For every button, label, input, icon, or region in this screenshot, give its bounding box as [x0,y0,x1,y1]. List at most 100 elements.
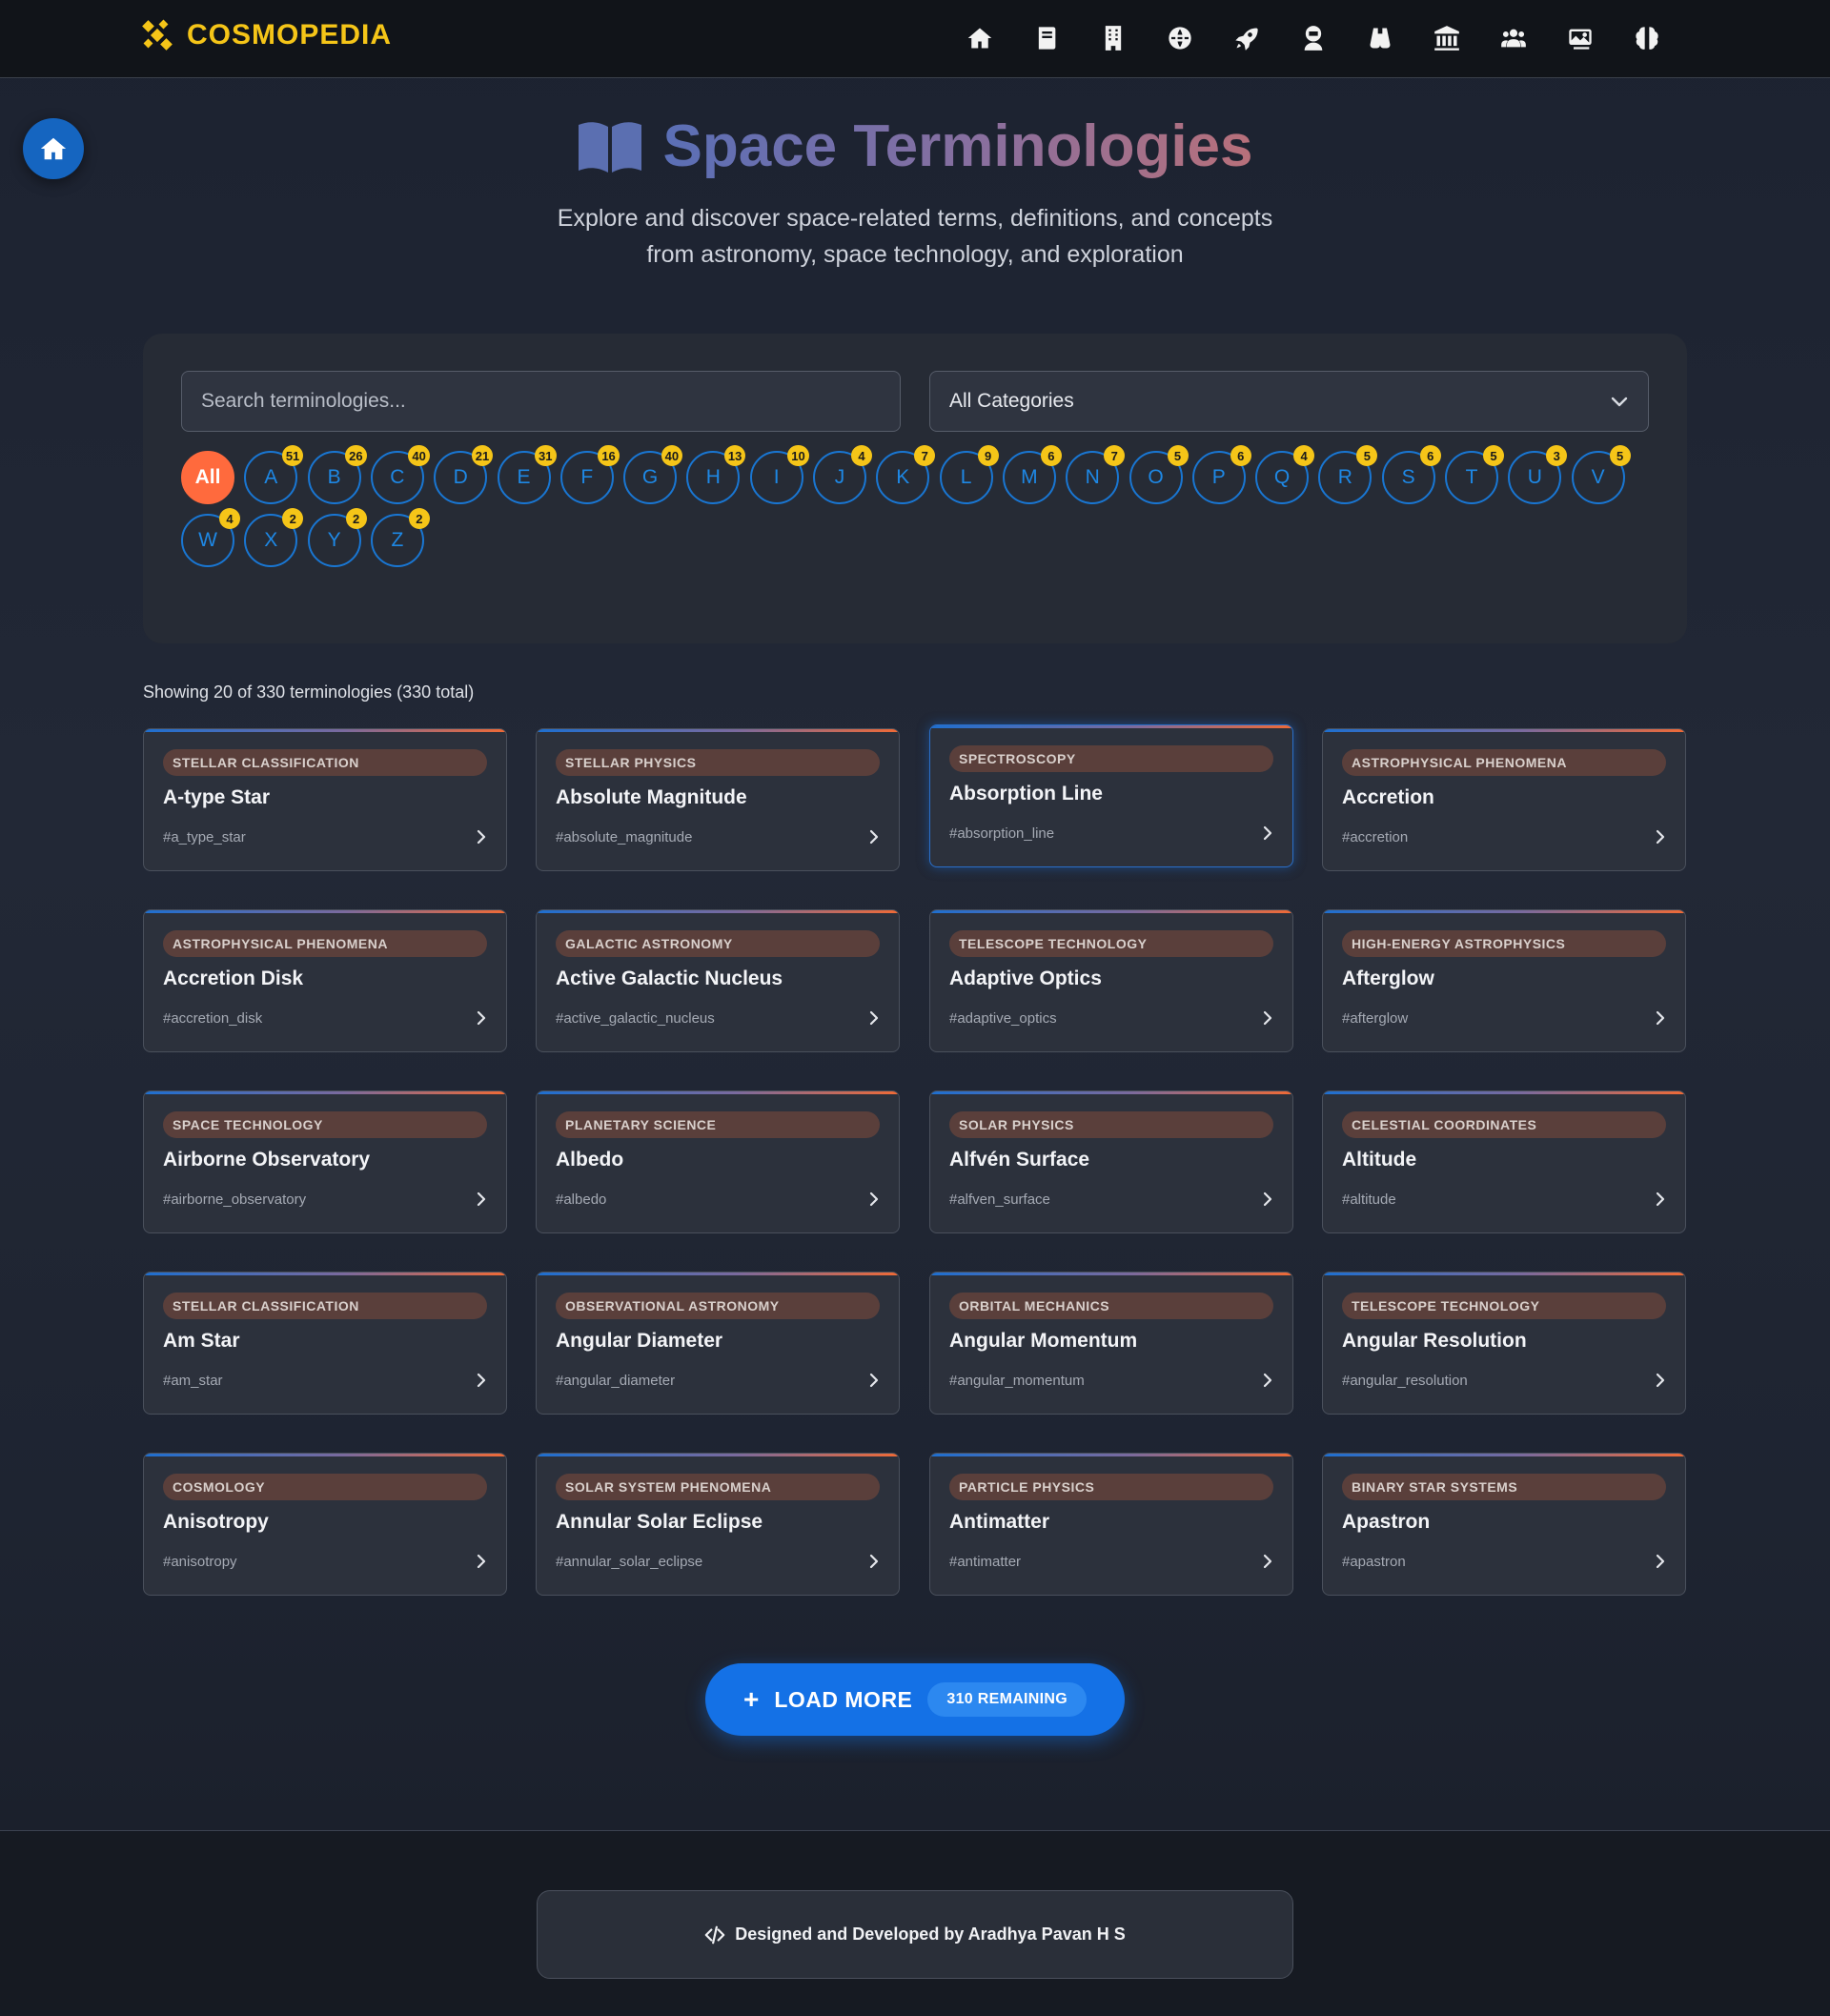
term-title: A-type Star [163,786,271,808]
search-input[interactable] [181,371,901,432]
terminology-card[interactable]: Solar System Phenomena Annular Solar Ecli… [536,1453,900,1596]
terminology-card[interactable]: Particle Physics Antimatter #antimatter [929,1453,1293,1596]
gallery-icon[interactable] [1563,21,1597,55]
letter-count-badge: 16 [598,445,620,466]
letter-filter-r[interactable]: R5 [1318,445,1378,504]
letter-filter-c[interactable]: C 40 [370,445,430,504]
chevron-right-icon [1263,1010,1272,1026]
letter-label: U [1527,466,1542,488]
terminology-card[interactable]: Telescope Technology Angular Resolution #a… [1322,1272,1686,1415]
chevron-right-icon [1656,829,1665,845]
letter-filter-k[interactable]: K7 [876,445,936,504]
letter-filter-all[interactable]: All [181,451,234,504]
letter-filter-n[interactable]: N7 [1066,445,1126,504]
chevron-right-icon [1656,1373,1665,1388]
letter-label: H [705,466,721,488]
category-badge: Observational Astronomy [556,1293,880,1319]
terminology-card[interactable]: High-Energy Astrophysics Afterglow #afterg… [1322,909,1686,1052]
letter-filter-t[interactable]: T5 [1445,445,1504,504]
letter-filter-x[interactable]: X2 [244,508,304,567]
book-icon[interactable] [1029,21,1064,55]
terminology-card[interactable]: Cosmology Anisotropy #anisotropy [143,1453,507,1596]
category-badge: Astrophysical Phenomena [1342,749,1666,776]
letter-filter-v[interactable]: V5 [1571,445,1631,504]
brand[interactable]: COSMOPEDIA [141,19,392,51]
letter-filter-m[interactable]: M6 [1002,445,1062,504]
letter-filter-i[interactable]: I 10 [749,445,809,504]
terminology-card[interactable]: Celestial Coordinates Altitude #altitude [1322,1090,1686,1233]
letter-label: O [1148,466,1164,488]
terminology-card[interactable]: Telescope Technology Adaptive Optics #adap… [929,909,1293,1052]
term-tag: #angular_momentum [949,1373,1085,1389]
letter-count-badge: 40 [661,445,683,466]
brand-name: COSMOPEDIA [187,19,393,51]
category-select[interactable]: All Categories [929,371,1649,432]
terminology-card[interactable]: Stellar Classification Am Star #am_star [143,1272,507,1415]
letter-filter-d[interactable]: D 21 [434,445,494,504]
letter-filter-h[interactable]: H 13 [686,445,746,504]
letter-label: All [194,466,221,488]
chevron-right-icon [1656,1191,1665,1207]
satellite-icon [142,19,173,51]
category-badge: Solar System Phenomena [556,1474,880,1500]
building-icon[interactable] [1096,21,1130,55]
letter-label: M [1021,466,1038,488]
term-title: Absolute Magnitude [556,786,747,808]
terminology-card[interactable]: Space Technology Airborne Observatory #air… [143,1090,507,1233]
load-more-button[interactable]: + LOAD MORE 310 REMAINING [705,1663,1125,1736]
terminology-card[interactable]: Binary Star Systems Apastron #apastron [1322,1453,1686,1596]
term-title: Am Star [163,1330,240,1352]
museum-icon[interactable] [1430,21,1464,55]
letter-filter-q[interactable]: Q4 [1255,445,1315,504]
term-title: Annular Solar Eclipse [556,1511,763,1533]
letter-filter-w[interactable]: W4 [181,508,240,567]
term-tag: #adaptive_optics [949,1010,1057,1027]
home-icon[interactable] [963,21,997,55]
rocket-icon[interactable] [1230,21,1264,55]
letter-count-badge: 2 [408,508,430,529]
letter-label: F [580,466,594,488]
chevron-right-icon [1656,1554,1665,1569]
terminology-card[interactable]: Observational Astronomy Angular Diameter #… [536,1272,900,1415]
letter-filter-s[interactable]: S6 [1381,445,1441,504]
term-title: Alfvén Surface [949,1149,1090,1171]
terminology-card[interactable]: Astrophysical Phenomena Accretion Disk #ac… [143,909,507,1052]
binoculars-icon[interactable] [1363,21,1397,55]
letter-filter-o[interactable]: O5 [1128,445,1189,504]
letter-filter-b[interactable]: B 26 [307,445,367,504]
term-tag: #antimatter [949,1554,1022,1570]
terminology-card[interactable]: Solar Physics Alfvén Surface #alfven_surfa… [929,1090,1293,1233]
letter-filter-a[interactable]: A 51 [244,445,304,504]
people-icon[interactable] [1496,21,1531,55]
terminology-card[interactable]: Stellar Physics Absolute Magnitude #absolu… [536,728,900,871]
terminology-card[interactable]: Stellar Classification A-type Star #a_type… [143,728,507,871]
terminology-card[interactable]: Galactic Astronomy Active Galactic Nucleu… [536,909,900,1052]
letter-filter-e[interactable]: E 31 [497,445,557,504]
terminology-card[interactable]: Astrophysical Phenomena Accretion #accreti… [1322,728,1686,871]
letter-label: S [1401,466,1415,488]
terminology-card[interactable]: Orbital Mechanics Angular Momentum #angula… [929,1272,1293,1415]
term-title: Anisotropy [163,1511,269,1533]
terminology-card[interactable]: Planetary Science Albedo #albedo [536,1090,900,1233]
letter-filter-z[interactable]: Z2 [370,508,430,567]
letter-filter-y[interactable]: Y2 [307,508,367,567]
astronaut-icon[interactable] [1296,21,1331,55]
brain-icon[interactable] [1630,21,1664,55]
letter-filter-j[interactable]: J4 [813,445,872,504]
filter-panel: All Categories AllA51B26C40D21E31F16G40H… [143,334,1687,643]
category-badge: Spectroscopy [949,745,1273,772]
letter-filter-f[interactable]: F 16 [559,445,620,504]
letter-filter-u[interactable]: U3 [1508,445,1568,504]
terminology-card[interactable]: Spectroscopy Absorption Line #absorption_l… [929,724,1293,867]
nav-icon-bar [963,21,1664,55]
letter-filter-p[interactable]: P6 [1191,445,1251,504]
letter-count-badge: 21 [471,445,494,466]
chevron-right-icon [1263,1191,1272,1207]
letter-filter-g[interactable]: G 40 [623,445,683,504]
term-title: Accretion Disk [163,967,304,989]
globe-icon[interactable] [1163,21,1197,55]
term-title: Albedo [556,1149,624,1171]
letter-filter-l[interactable]: L9 [939,445,999,504]
load-more-label: LOAD MORE [774,1686,913,1712]
term-title: Angular Momentum [949,1330,1138,1352]
